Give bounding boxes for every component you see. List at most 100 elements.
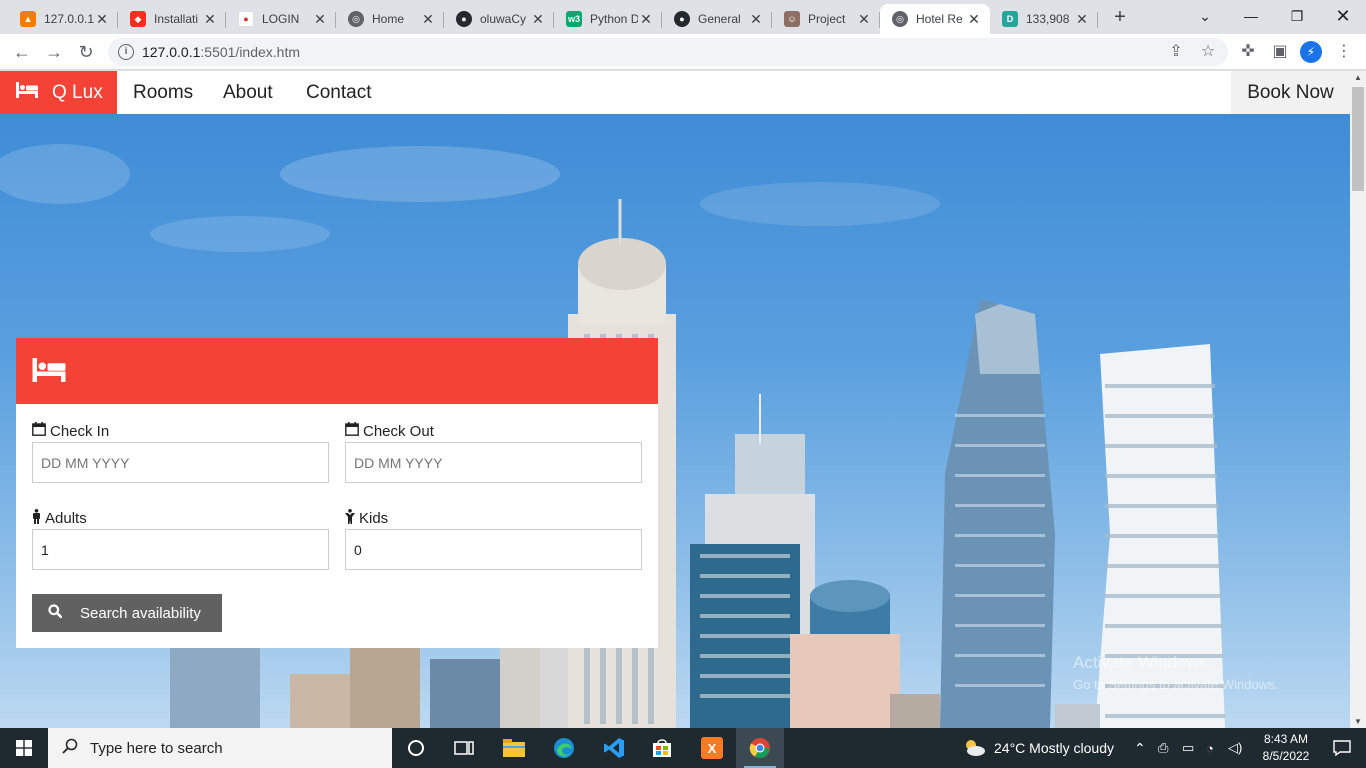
battery-icon[interactable]: ▭	[1182, 728, 1194, 768]
w3schools-icon: w3	[566, 11, 582, 27]
tab-title: oluwaCy	[480, 12, 527, 26]
edge-browser-icon[interactable]	[540, 728, 588, 768]
meet-now-icon[interactable]: ⎙	[1158, 728, 1168, 768]
github-icon: ●	[674, 11, 690, 27]
close-tab-icon[interactable]: ✕	[530, 11, 546, 27]
nav-link-about[interactable]: About	[223, 71, 273, 114]
book-now-button[interactable]: Book Now	[1231, 71, 1350, 114]
search-availability-button[interactable]: Search availability	[32, 594, 222, 632]
new-tab-button[interactable]: +	[1108, 6, 1132, 30]
tab-title: Python D	[590, 12, 638, 26]
booking-form-card: Check In Check Out Adults Kids	[16, 338, 658, 648]
scroll-up-arrow-icon[interactable]: ▲	[1354, 73, 1362, 82]
wifi-icon[interactable]: ◔	[1206, 728, 1214, 768]
clock-date: 8/5/2022	[1262, 749, 1310, 763]
browser-tab-active[interactable]: ◎ Hotel Re ✕	[880, 4, 990, 34]
scroll-down-arrow-icon[interactable]: ▼	[1354, 717, 1362, 726]
close-tab-icon[interactable]: ✕	[312, 11, 328, 27]
tab-title: 127.0.0.1	[44, 12, 94, 26]
browser-tab[interactable]: w3 Python D ✕	[554, 4, 662, 34]
calendar-icon	[32, 422, 46, 440]
share-icon[interactable]: ⇪	[1164, 40, 1188, 64]
url-host: 127.0.0.1	[142, 44, 201, 60]
windows-logo-icon	[16, 740, 32, 756]
tab-title: Project	[808, 12, 846, 26]
menu-kebab-icon[interactable]: ⋮	[1332, 40, 1356, 64]
windows-start-button[interactable]	[0, 728, 48, 768]
login-icon: ●	[238, 11, 254, 27]
browser-tab[interactable]: ☺ Project ✕	[772, 4, 880, 34]
browser-tab[interactable]: ● LOGIN ✕	[226, 4, 336, 34]
close-tab-icon[interactable]: ✕	[748, 11, 764, 27]
browser-toolbar: ← → ↻ i 127.0.0.1:5501/index.htm ⇪ ☆ ✜ ▣…	[0, 34, 1366, 70]
browser-tab[interactable]: ▲ 127.0.0.1 ✕	[8, 4, 118, 34]
close-tab-icon[interactable]: ✕	[856, 11, 872, 27]
browser-tab[interactable]: ◎ Home ✕	[336, 4, 444, 34]
browser-tab[interactable]: D 133,908 ✕	[990, 4, 1098, 34]
page-viewport: Q Lux Rooms About Contact Book Now Check…	[0, 71, 1350, 728]
volume-icon[interactable]: ◁)	[1228, 728, 1242, 768]
side-panel-icon[interactable]: ▣	[1268, 40, 1292, 64]
restore-button[interactable]: ❐	[1274, 0, 1320, 32]
task-view-icon[interactable]	[440, 728, 488, 768]
booking-card-header	[16, 338, 658, 404]
taskbar-clock[interactable]: 8:43 AM 8/5/2022	[1254, 731, 1318, 765]
page-scrollbar[interactable]: ▲ ▼	[1350, 71, 1366, 728]
extensions-puzzle-icon[interactable]: ✜	[1236, 40, 1260, 64]
xampp-icon[interactable]: X	[688, 728, 736, 768]
close-tab-icon[interactable]: ✕	[638, 11, 654, 27]
browser-tab[interactable]: ◆ Installati ✕	[118, 4, 226, 34]
adults-label: Adults	[32, 509, 87, 528]
bookmark-star-icon[interactable]: ☆	[1196, 40, 1220, 64]
close-tab-icon[interactable]: ✕	[202, 11, 218, 27]
close-tab-icon[interactable]: ✕	[966, 11, 982, 27]
bed-icon	[16, 81, 38, 104]
check-in-date-input[interactable]	[32, 442, 329, 483]
kids-count-input[interactable]	[345, 529, 642, 570]
reload-icon[interactable]: ↻	[74, 40, 98, 64]
weather-widget[interactable]: 24°C Mostly cloudy	[962, 728, 1114, 768]
check-out-label-text: Check Out	[363, 422, 434, 440]
notifications-icon[interactable]	[1318, 728, 1366, 768]
minimize-button[interactable]: —	[1228, 0, 1274, 32]
brand-home-link[interactable]: Q Lux	[0, 71, 117, 114]
tab-title: Home	[372, 12, 405, 26]
close-tab-icon[interactable]: ✕	[1074, 11, 1090, 27]
file-explorer-icon[interactable]	[490, 728, 538, 768]
site-navbar: Q Lux Rooms About Contact Book Now	[0, 71, 1350, 114]
address-bar[interactable]: i 127.0.0.1:5501/index.htm	[108, 38, 1228, 66]
close-window-button[interactable]: ✕	[1320, 0, 1366, 32]
check-in-label-text: Check In	[50, 422, 110, 440]
taskbar-search-box[interactable]: Type here to search	[48, 728, 392, 768]
search-icon	[62, 738, 78, 758]
close-tab-icon[interactable]: ✕	[420, 11, 436, 27]
adults-count-input[interactable]	[32, 529, 329, 570]
show-hidden-icons-chevron[interactable]: ⌃	[1134, 728, 1146, 768]
microsoft-store-icon[interactable]	[638, 728, 686, 768]
vscode-icon[interactable]	[590, 728, 638, 768]
forward-arrow-icon[interactable]: →	[42, 40, 66, 64]
cortana-icon[interactable]	[392, 728, 440, 768]
bed-icon	[32, 358, 66, 387]
scrollbar-thumb[interactable]	[1352, 87, 1364, 191]
tab-search-chevron-icon[interactable]: ⌄	[1182, 0, 1228, 32]
weather-text: 24°C Mostly cloudy	[994, 740, 1114, 756]
windows-taskbar: Type here to search X 24°C Mostly cloudy…	[0, 728, 1366, 768]
nav-link-contact[interactable]: Contact	[306, 71, 371, 114]
browser-tab[interactable]: ● oluwaCy ✕	[444, 4, 554, 34]
search-icon	[48, 604, 63, 622]
child-icon	[345, 509, 355, 528]
calendar-icon	[345, 422, 359, 440]
watermark-title: Activate Windows	[1073, 653, 1208, 672]
chrome-icon[interactable]	[736, 728, 784, 768]
browser-tab[interactable]: ● General ✕	[662, 4, 772, 34]
back-arrow-icon[interactable]: ←	[10, 40, 34, 64]
adults-label-text: Adults	[45, 510, 87, 527]
check-out-label: Check Out	[345, 422, 434, 440]
site-info-icon[interactable]: i	[118, 44, 134, 60]
url-text[interactable]: 127.0.0.1:5501/index.htm	[142, 44, 300, 60]
close-tab-icon[interactable]: ✕	[94, 11, 110, 27]
nav-link-rooms[interactable]: Rooms	[133, 71, 193, 114]
check-out-date-input[interactable]	[345, 442, 642, 483]
profile-avatar-icon[interactable]: ⚡	[1300, 41, 1322, 63]
